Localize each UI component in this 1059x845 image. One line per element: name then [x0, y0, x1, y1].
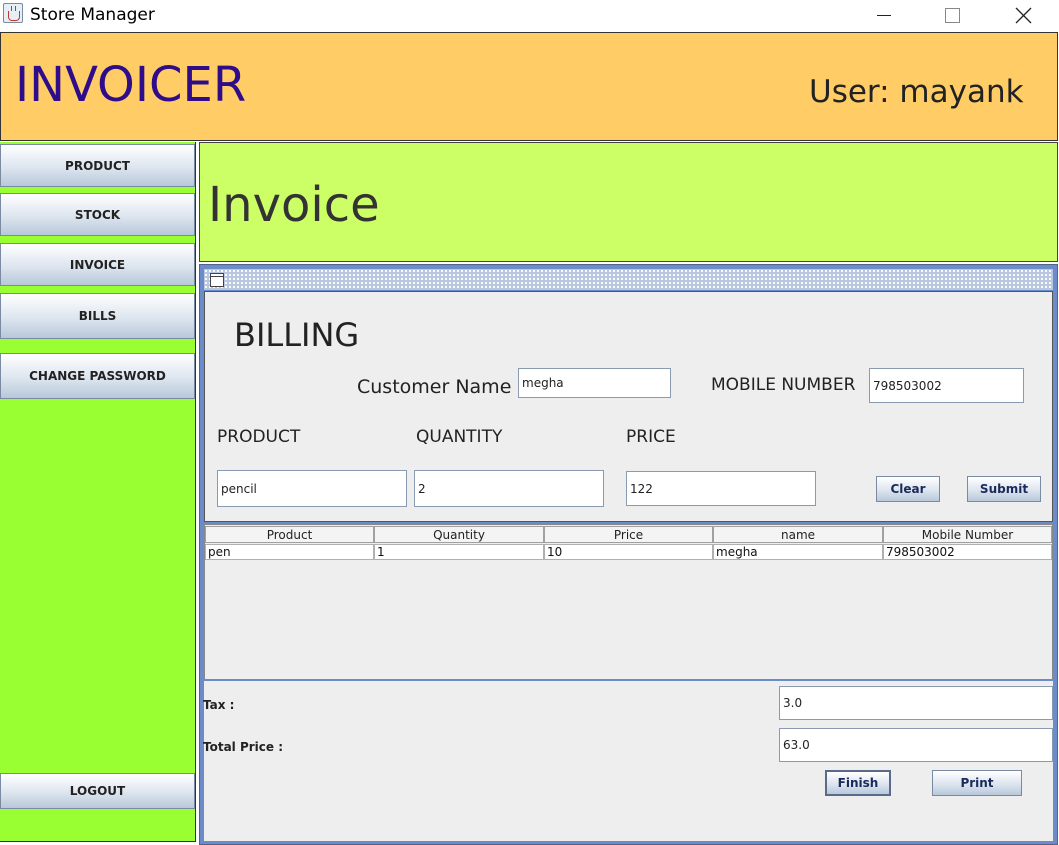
sidebar-item-bills[interactable]: BILLS: [0, 293, 195, 339]
customer-name-label: Customer Name: [357, 376, 512, 398]
user-label: User: mayank: [809, 74, 1024, 110]
tax-label: Tax :: [203, 698, 235, 712]
internal-frame-titlebar[interactable]: [204, 269, 1053, 290]
column-header-product[interactable]: Product: [205, 526, 374, 543]
minimize-icon: [877, 15, 891, 16]
customer-name-field[interactable]: megha: [518, 368, 671, 398]
page-title: Invoice: [208, 177, 380, 233]
maximize-icon: [944, 8, 960, 23]
items-table: Product Quantity Price name Mobile Numbe…: [204, 524, 1053, 680]
table-cell-name[interactable]: megha: [713, 544, 883, 560]
sidebar: PRODUCT STOCK INVOICE BILLS CHANGE PASSW…: [0, 142, 196, 842]
window-titlebar: Store Manager: [0, 0, 1059, 31]
close-icon: [1015, 7, 1031, 24]
billing-internal-frame: BILLING Customer Name megha MOBILE NUMBE…: [199, 264, 1058, 845]
tax-field[interactable]: 3.0: [779, 686, 1053, 720]
finish-button[interactable]: Finish: [825, 770, 891, 796]
quantity-field[interactable]: 2: [414, 470, 604, 507]
java-cup-icon: [3, 3, 23, 23]
window-title: Store Manager: [30, 5, 155, 25]
table-cell-product[interactable]: pen: [205, 544, 374, 560]
product-label: PRODUCT: [217, 427, 301, 447]
price-label: PRICE: [626, 427, 676, 447]
app-name: INVOICER: [15, 57, 247, 113]
product-field[interactable]: pencil: [217, 470, 407, 507]
sidebar-item-stock[interactable]: STOCK: [0, 193, 195, 236]
column-header-price[interactable]: Price: [544, 526, 713, 543]
clear-button[interactable]: Clear: [876, 476, 940, 502]
logout-button[interactable]: LOGOUT: [0, 773, 195, 809]
app-header: INVOICER User: mayank: [0, 32, 1058, 141]
maximize-button[interactable]: [929, 0, 975, 31]
print-button[interactable]: Print: [932, 770, 1022, 796]
table-cell-price[interactable]: 10: [544, 544, 713, 560]
sidebar-item-change-password[interactable]: CHANGE PASSWORD: [0, 353, 195, 399]
billing-heading: BILLING: [234, 316, 360, 354]
column-header-mobile-number[interactable]: Mobile Number: [883, 526, 1052, 543]
table-cell-mobile-number[interactable]: 798503002: [883, 544, 1052, 560]
sidebar-item-product[interactable]: PRODUCT: [0, 144, 195, 187]
close-button[interactable]: [1000, 0, 1046, 31]
page-title-panel: Invoice: [199, 142, 1058, 262]
sidebar-item-invoice[interactable]: INVOICE: [0, 243, 195, 286]
totals-panel: Tax : 3.0 Total Price : 63.0 Finish Prin…: [203, 681, 1053, 841]
mobile-number-field[interactable]: 798503002: [869, 368, 1024, 403]
total-price-field[interactable]: 63.0: [779, 728, 1053, 762]
quantity-label: QUANTITY: [416, 427, 503, 447]
price-field[interactable]: 122: [626, 471, 816, 506]
submit-button[interactable]: Submit: [967, 476, 1041, 502]
total-price-label: Total Price :: [203, 740, 284, 754]
frame-icon: [210, 273, 224, 287]
column-header-name[interactable]: name: [713, 526, 883, 543]
column-header-quantity[interactable]: Quantity: [374, 526, 544, 543]
mobile-number-label: MOBILE NUMBER: [711, 375, 856, 395]
billing-form: BILLING Customer Name megha MOBILE NUMBE…: [204, 291, 1053, 522]
minimize-button[interactable]: [861, 0, 907, 31]
table-cell-quantity[interactable]: 1: [374, 544, 544, 560]
